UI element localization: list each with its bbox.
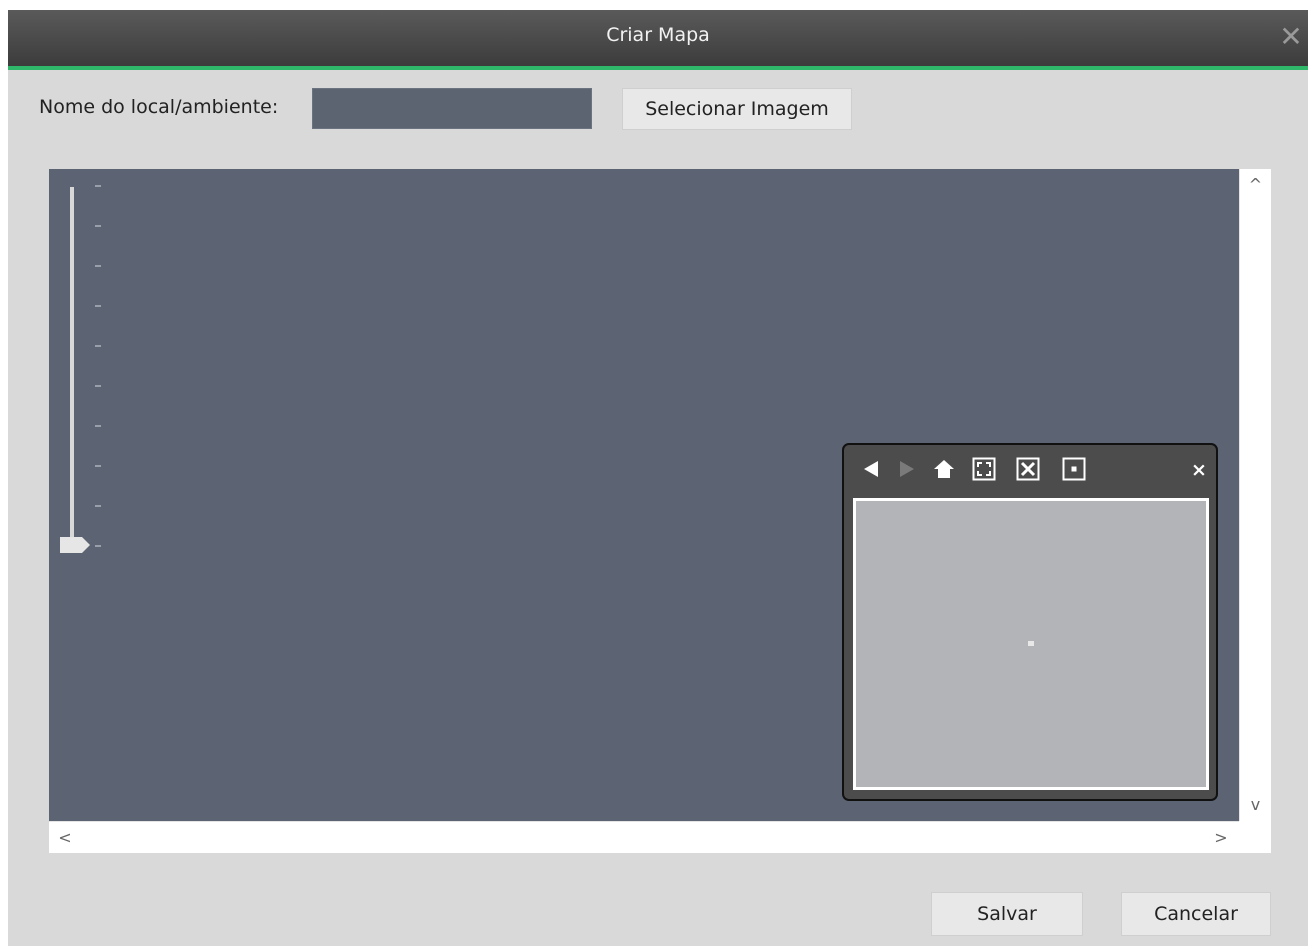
map-canvas[interactable]: × (49, 169, 1239, 821)
horizontal-scrollbar[interactable]: < > (49, 821, 1239, 853)
overview-viewport-marker (1028, 641, 1034, 646)
title-accent-line (8, 66, 1308, 70)
home-icon[interactable] (932, 457, 956, 481)
vertical-scrollbar[interactable]: ^ v (1239, 169, 1271, 821)
zoom-slider-track[interactable] (70, 187, 74, 545)
scroll-down-icon[interactable]: v (1240, 793, 1271, 817)
overview-thumbnail[interactable] (853, 498, 1209, 790)
zoom-tick (95, 545, 101, 547)
fit-screen-icon[interactable] (972, 457, 996, 481)
overview-panel: × (842, 443, 1218, 801)
forward-arrow-icon[interactable] (894, 457, 918, 481)
zoom-tick (95, 305, 101, 307)
zoom-tick (95, 265, 101, 267)
dialog-title: Criar Mapa (606, 24, 710, 46)
zoom-slider-thumb[interactable] (60, 537, 90, 553)
zoom-tick (95, 385, 101, 387)
zoom-tick (95, 465, 101, 467)
scroll-up-icon[interactable]: ^ (1240, 173, 1271, 197)
overview-close-icon[interactable]: × (1191, 459, 1207, 481)
zoom-tick (95, 505, 101, 507)
scroll-right-icon[interactable]: > (1207, 824, 1235, 852)
location-name-input[interactable] (312, 88, 592, 129)
actual-size-icon[interactable] (1062, 457, 1086, 481)
zoom-tick (95, 225, 101, 227)
zoom-tick (95, 185, 101, 187)
create-map-dialog: Criar Mapa ✕ Nome do local/ambiente: Sel… (8, 10, 1308, 946)
title-bar: Criar Mapa ✕ (8, 10, 1308, 66)
cancel-button[interactable]: Cancelar (1121, 892, 1271, 936)
location-name-label: Nome do local/ambiente: (39, 96, 279, 118)
select-image-button[interactable]: Selecionar Imagem (622, 88, 852, 130)
save-button[interactable]: Salvar (931, 892, 1083, 936)
back-arrow-icon[interactable] (860, 457, 884, 481)
close-icon[interactable]: ✕ (1276, 20, 1306, 54)
scroll-left-icon[interactable]: < (51, 824, 79, 852)
zoom-tick (95, 345, 101, 347)
full-extent-icon[interactable] (1016, 457, 1040, 481)
zoom-tick (95, 425, 101, 427)
scrollbar-corner (1239, 821, 1271, 853)
